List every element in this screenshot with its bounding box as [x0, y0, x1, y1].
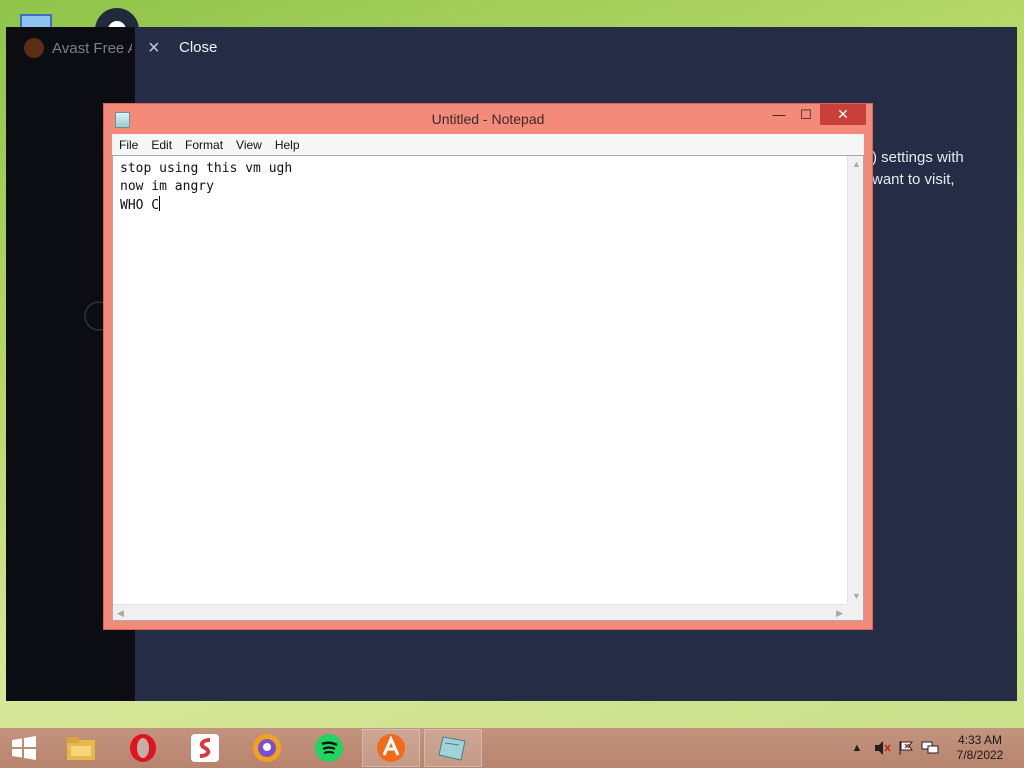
spotify-icon: [315, 734, 343, 762]
window-title: Untitled - Notepad: [431, 111, 545, 127]
editor-text[interactable]: stop using this vm ugh now im angry WHO C: [120, 160, 292, 215]
action-center-flag-icon[interactable]: [896, 728, 916, 768]
opera-icon: [130, 734, 156, 762]
scrollbar-corner: [847, 604, 863, 620]
text-line-2: now im angry: [120, 179, 214, 194]
text-editor-area[interactable]: stop using this vm ugh now im angry WHO C …: [112, 155, 864, 621]
secure-browser-icon: [253, 734, 281, 762]
scroll-up-icon[interactable]: ▲: [852, 159, 861, 169]
minimize-button[interactable]: —: [766, 104, 792, 125]
app-desktop-icon[interactable]: [94, 8, 140, 52]
menu-help[interactable]: Help: [268, 138, 306, 152]
taskbar: ▲ 4:33 AM 7/8/2022: [0, 728, 1024, 768]
taskbar-opera[interactable]: [114, 729, 172, 767]
scroll-down-icon[interactable]: ▼: [852, 591, 861, 601]
show-hidden-icons-icon[interactable]: ▲: [850, 728, 864, 768]
menu-view[interactable]: View: [229, 138, 268, 152]
horizontal-scrollbar[interactable]: ◀ ▶: [113, 604, 847, 620]
start-button[interactable]: [0, 728, 48, 768]
scroll-right-icon[interactable]: ▶: [836, 608, 843, 618]
avast-app-title: Avast Free Antivirus: [52, 39, 132, 57]
maximize-button[interactable]: ☐: [792, 104, 820, 125]
text-line-3: WHO C: [120, 196, 292, 215]
menu-bar: File Edit Format View Help: [112, 134, 864, 155]
clock-time: 4:33 AM: [957, 733, 1003, 747]
office-app-icon: [191, 734, 219, 762]
taskbar-office-app[interactable]: [176, 729, 234, 767]
taskbar-notepad[interactable]: [424, 729, 482, 767]
scroll-left-icon[interactable]: ◀: [117, 608, 124, 618]
avast-header: Avast Free Antivirus: [24, 37, 132, 59]
menu-file[interactable]: File: [112, 138, 144, 152]
text-line-3-content: WHO C: [120, 198, 160, 213]
text-line-1: stop using this vm ugh: [120, 161, 293, 176]
avast-body-text-2: want to visit,: [872, 171, 955, 188]
computer-desktop-icon[interactable]: [16, 8, 60, 28]
taskbar-spotify[interactable]: [300, 729, 358, 767]
text-caret: [159, 196, 161, 211]
close-button[interactable]: Close: [179, 39, 217, 56]
notepad-titlebar[interactable]: Untitled - Notepad — ☐ ✕: [104, 104, 872, 134]
avast-body-text-1: ) settings with: [872, 149, 964, 166]
taskbar-secure-browser[interactable]: [238, 729, 296, 767]
vertical-scrollbar[interactable]: ▲ ▼: [847, 156, 863, 604]
clock[interactable]: 4:33 AM 7/8/2022: [948, 733, 1012, 763]
menu-format[interactable]: Format: [178, 138, 229, 152]
windows-logo-icon: [12, 736, 36, 760]
taskbar-file-explorer[interactable]: [52, 729, 110, 767]
volume-muted-icon[interactable]: [872, 728, 892, 768]
clock-date: 7/8/2022: [956, 748, 1004, 762]
close-window-button[interactable]: ✕: [820, 104, 866, 125]
close-icon[interactable]: ×: [148, 37, 160, 59]
folder-icon: [67, 737, 95, 760]
notepad-icon: [438, 736, 466, 761]
avast-logo-icon: [24, 38, 44, 58]
menu-edit[interactable]: Edit: [144, 138, 178, 152]
avast-icon: [377, 734, 405, 762]
taskbar-avast[interactable]: [362, 729, 420, 767]
notepad-window: Untitled - Notepad — ☐ ✕ File Edit Forma…: [104, 104, 872, 629]
network-icon[interactable]: [920, 728, 940, 768]
